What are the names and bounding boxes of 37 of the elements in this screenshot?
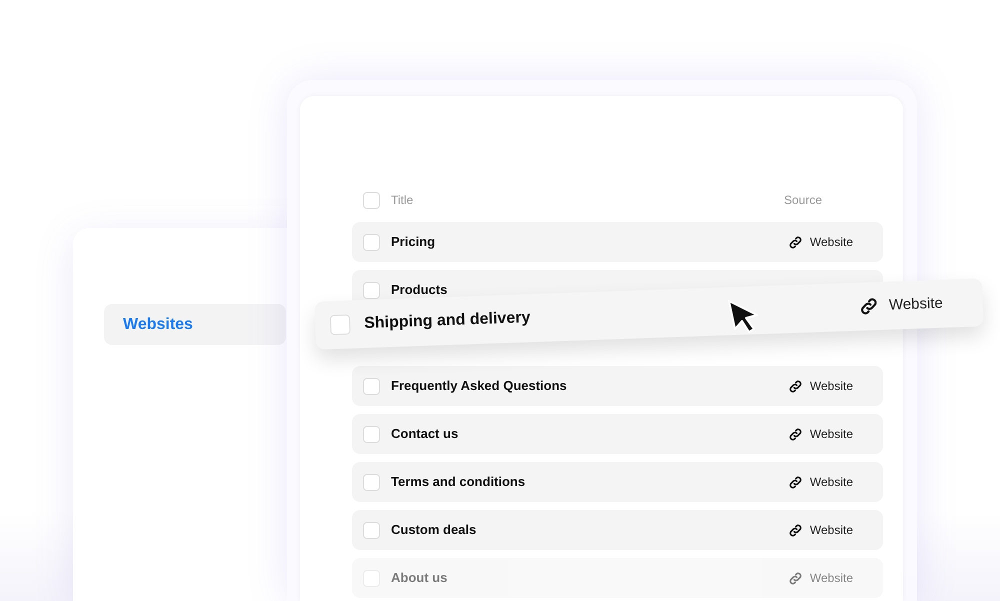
table-row[interactable]: Contact us Website — [352, 414, 883, 454]
table-row[interactable]: Frequently Asked Questions Website — [352, 366, 883, 406]
link-icon — [788, 522, 803, 538]
checkbox[interactable] — [363, 192, 380, 208]
checkbox[interactable] — [363, 282, 380, 298]
row-title: Terms and conditions — [391, 473, 526, 492]
link-icon — [788, 234, 803, 250]
row-title: Shipping and delivery — [364, 308, 531, 334]
source-link[interactable]: Website — [788, 473, 853, 491]
checkbox[interactable] — [363, 378, 380, 394]
link-icon — [788, 474, 803, 490]
source-link[interactable]: Website — [788, 521, 853, 539]
link-icon — [788, 570, 803, 586]
link-icon — [788, 378, 803, 394]
checkbox[interactable] — [363, 426, 380, 442]
table-row[interactable]: Custom deals Website — [352, 510, 883, 550]
row-title: Contact us — [391, 425, 460, 444]
table-row[interactable]: Terms and conditions Website — [352, 462, 883, 502]
checkbox[interactable] — [363, 474, 380, 490]
column-header: Title — [391, 192, 414, 209]
row-title: Custom deals — [391, 521, 478, 540]
link-icon — [788, 426, 803, 442]
column-header: Source — [784, 192, 822, 209]
table-row[interactable]: About us Website — [352, 558, 883, 598]
source-link[interactable]: Website — [788, 233, 853, 251]
row-title: About us — [391, 569, 448, 588]
source-link[interactable]: Website — [788, 377, 853, 395]
source-link[interactable]: Website — [788, 425, 853, 443]
checkbox[interactable] — [330, 314, 351, 336]
sidebar-item[interactable]: Websites — [104, 304, 286, 345]
row-title: Products — [391, 281, 448, 300]
table-row[interactable]: Pricing Website — [352, 222, 883, 262]
link-icon — [858, 296, 880, 317]
row-title: Frequently Asked Questions — [391, 377, 568, 396]
row-title: Pricing — [391, 233, 436, 252]
checkbox[interactable] — [363, 234, 380, 250]
checkbox[interactable] — [363, 522, 380, 538]
